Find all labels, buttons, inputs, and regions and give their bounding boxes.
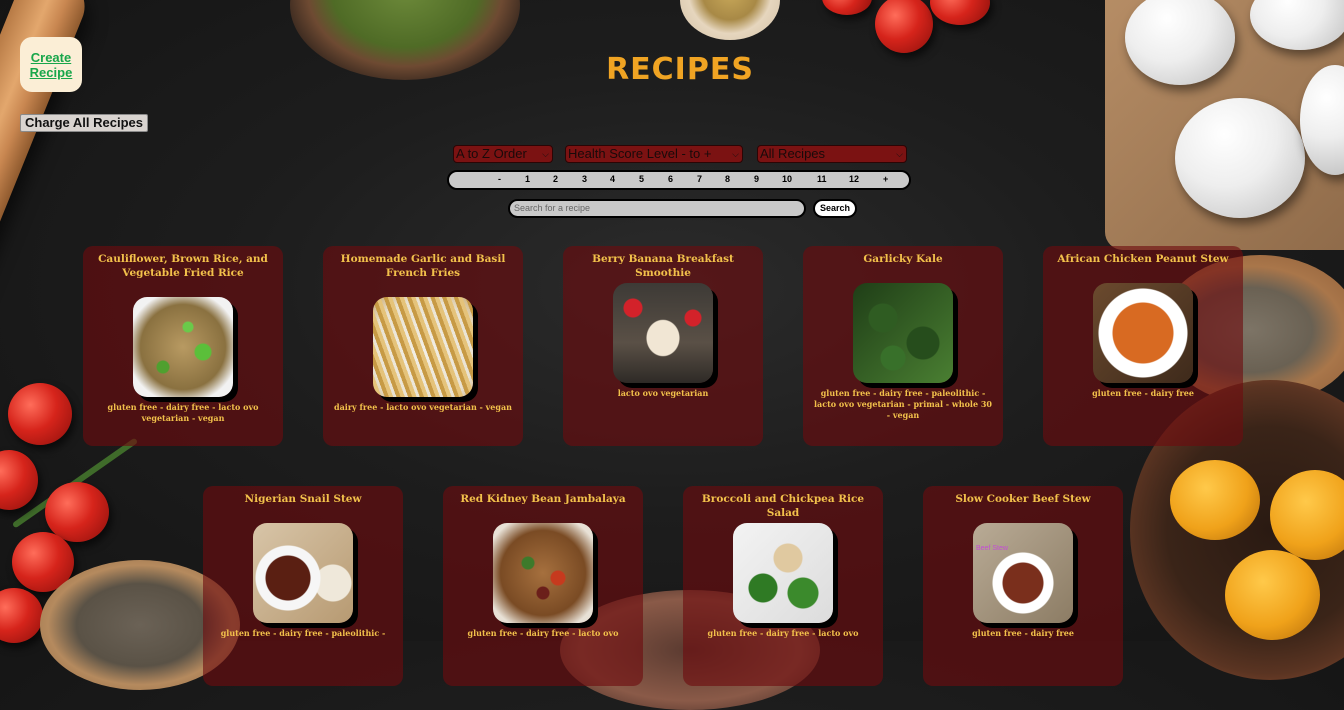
recipe-image[interactable] bbox=[733, 523, 833, 623]
tomato-decoration bbox=[8, 383, 72, 445]
recipe-card[interactable]: Nigerian Snail Stew gluten free - dairy … bbox=[203, 486, 403, 686]
recipe-diets: lacto ovo vegetarian bbox=[617, 388, 709, 398]
recipe-title: Broccoli and Chickpea Rice Salad bbox=[701, 493, 865, 519]
recipe-card[interactable]: Red Kidney Bean Jambalaya gluten free - … bbox=[443, 486, 643, 686]
pagination-page[interactable]: 5 bbox=[639, 174, 644, 184]
pagination-prev[interactable]: - bbox=[498, 174, 501, 184]
recipe-title: Garlicky Kale bbox=[863, 253, 943, 265]
search-input[interactable]: Search for a recipe bbox=[508, 199, 806, 218]
recipe-image[interactable] bbox=[493, 523, 593, 623]
pagination-page[interactable]: 9 bbox=[754, 174, 759, 184]
sort-order-select[interactable]: A to Z Order ⌵ bbox=[453, 145, 553, 163]
tomato-decoration bbox=[822, 0, 872, 15]
page-title: RECIPES bbox=[606, 52, 754, 87]
recipe-diets: gluten free - dairy free - lacto ovo veg… bbox=[107, 402, 259, 423]
recipe-image[interactable] bbox=[853, 283, 953, 383]
recipe-diets: gluten free - dairy free - lacto ovo bbox=[707, 628, 859, 638]
recipe-diets: gluten free - dairy free bbox=[1092, 388, 1194, 398]
pagination-page[interactable]: 1 bbox=[525, 174, 530, 184]
tomato-decoration bbox=[45, 482, 109, 542]
recipe-card[interactable]: African Chicken Peanut Stew gluten free … bbox=[1043, 246, 1243, 446]
recipe-image[interactable] bbox=[133, 297, 233, 397]
tomato-decoration bbox=[0, 450, 38, 510]
pagination-page[interactable]: 11 bbox=[817, 174, 827, 184]
egg-yolk-decoration bbox=[1170, 460, 1260, 540]
chevron-down-icon: ⌵ bbox=[542, 149, 549, 159]
chevron-down-icon: ⌵ bbox=[896, 149, 903, 159]
egg-decoration bbox=[1250, 0, 1344, 50]
tomato-decoration bbox=[930, 0, 990, 25]
sort-order-value: A to Z Order bbox=[456, 146, 527, 161]
pagination-next[interactable]: + bbox=[883, 174, 888, 184]
recipe-title: Berry Banana Breakfast Smoothie bbox=[592, 253, 734, 279]
pagination-page[interactable]: 8 bbox=[725, 174, 730, 184]
tomato-decoration bbox=[875, 0, 933, 53]
recipe-type-value: All Recipes bbox=[760, 146, 826, 161]
pagination-page[interactable]: 7 bbox=[697, 174, 702, 184]
tomato-decoration bbox=[12, 532, 74, 592]
recipe-type-select[interactable]: All Recipes ⌵ bbox=[757, 145, 907, 163]
recipe-image[interactable] bbox=[373, 297, 473, 397]
health-score-select[interactable]: Health Score Level - to + ⌵ bbox=[565, 145, 743, 163]
egg-decoration bbox=[1175, 98, 1305, 218]
pagination-page[interactable]: 12 bbox=[849, 174, 859, 184]
recipe-image[interactable]: Beef Stew bbox=[973, 523, 1073, 623]
recipe-title: Cauliflower, Brown Rice, and Vegetable F… bbox=[98, 253, 268, 279]
charge-all-recipes-button[interactable]: Charge All Recipes bbox=[20, 114, 149, 132]
pagination-page[interactable]: 10 bbox=[782, 174, 792, 184]
recipe-card[interactable]: Homemade Garlic and Basil French Fries d… bbox=[323, 246, 523, 446]
recipe-card[interactable]: Slow Cooker Beef Stew Beef Stew gluten f… bbox=[923, 486, 1123, 686]
pagination-page[interactable]: 2 bbox=[553, 174, 558, 184]
vine-stem-decoration bbox=[11, 437, 139, 529]
recipe-card[interactable]: Garlicky Kale gluten free - dairy free -… bbox=[803, 246, 1003, 446]
spice-spoon-decoration bbox=[680, 0, 780, 40]
egg-yolk-decoration bbox=[1225, 550, 1320, 640]
health-score-value: Health Score Level - to + bbox=[568, 146, 712, 161]
chevron-down-icon: ⌵ bbox=[732, 149, 739, 159]
recipe-card[interactable]: Berry Banana Breakfast Smoothie lacto ov… bbox=[563, 246, 763, 446]
recipe-title: Homemade Garlic and Basil French Fries bbox=[340, 253, 506, 279]
recipe-image[interactable] bbox=[253, 523, 353, 623]
recipe-title: African Chicken Peanut Stew bbox=[1057, 253, 1229, 265]
recipe-card[interactable]: Cauliflower, Brown Rice, and Vegetable F… bbox=[83, 246, 283, 446]
recipe-diets: gluten free - dairy free - paleolithic -… bbox=[814, 388, 992, 420]
pagination-page[interactable]: 3 bbox=[582, 174, 587, 184]
pagination-page[interactable]: 4 bbox=[610, 174, 615, 184]
recipe-diets: gluten free - dairy free - lacto ovo bbox=[467, 628, 619, 638]
pagination-page[interactable]: 6 bbox=[668, 174, 673, 184]
recipe-card[interactable]: Broccoli and Chickpea Rice Salad gluten … bbox=[683, 486, 883, 686]
recipe-diets: gluten free - dairy free - paleolithic - bbox=[220, 628, 386, 638]
recipe-title: Nigerian Snail Stew bbox=[244, 493, 362, 505]
search-button[interactable]: Search bbox=[813, 199, 857, 218]
recipe-image[interactable] bbox=[1093, 283, 1193, 383]
egg-carton-decoration bbox=[1105, 0, 1344, 250]
recipe-title: Slow Cooker Beef Stew bbox=[955, 493, 1091, 505]
recipe-diets: dairy free - lacto ovo vegetarian - vega… bbox=[334, 402, 512, 412]
recipe-diets: gluten free - dairy free bbox=[972, 628, 1074, 638]
recipe-image[interactable] bbox=[613, 283, 713, 383]
recipe-title: Red Kidney Bean Jambalaya bbox=[460, 493, 626, 505]
pagination: - 1 2 3 4 5 6 7 8 9 10 11 12 + bbox=[447, 170, 911, 190]
tomato-decoration bbox=[0, 588, 43, 643]
recipe-image-caption: Beef Stew bbox=[976, 545, 1008, 552]
egg-yolk-decoration bbox=[1270, 470, 1344, 560]
